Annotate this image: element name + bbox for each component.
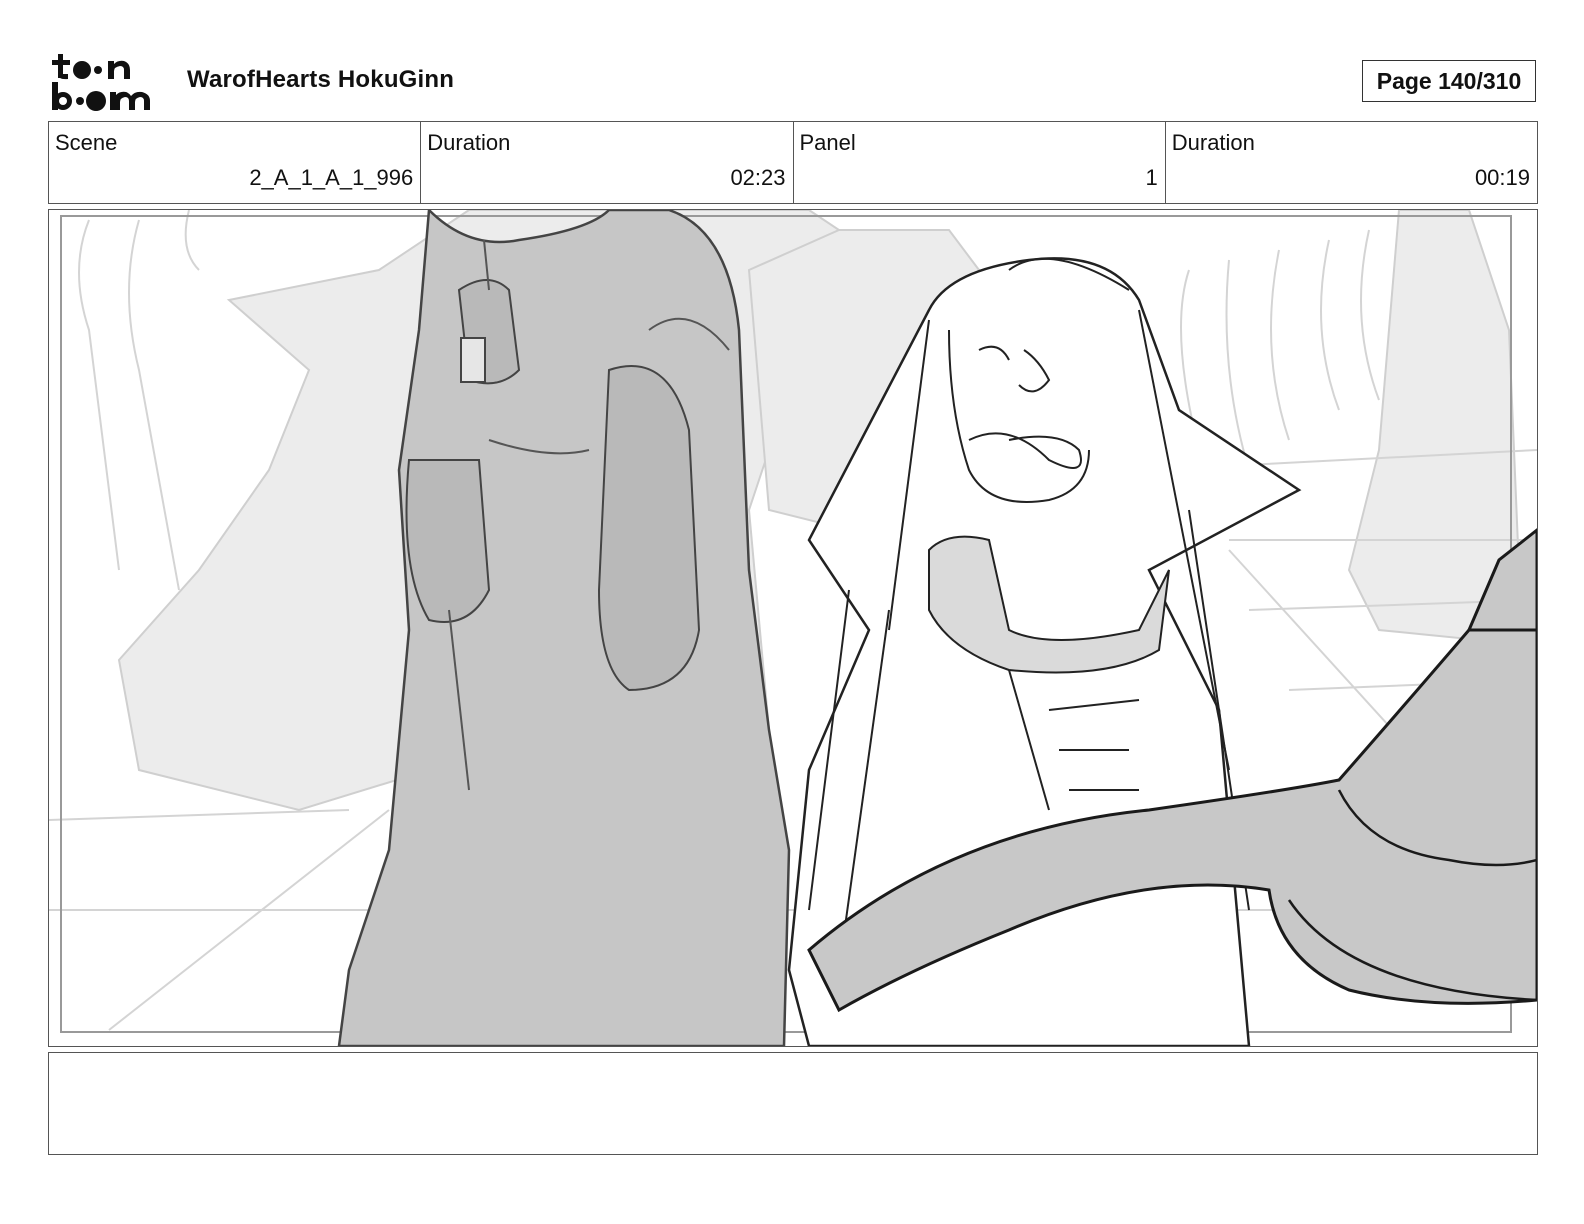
panel-notes-box [48,1052,1538,1155]
panel-duration-cell: Duration 00:19 [1166,122,1537,203]
scene-duration-label: Duration [427,130,511,155]
scene-label: Scene [55,130,118,155]
toon-boom-logo [50,50,166,114]
page-number: Page 140/310 [1362,60,1536,102]
storyboard-panel [48,209,1538,1047]
panel-label: Panel [799,130,856,155]
scene-value: 2_A_1_A_1_996 [249,165,414,190]
scene-duration-cell: Duration 02:23 [421,122,794,203]
panel-value: 1 [1145,165,1158,190]
panel-duration-value: 00:19 [1474,165,1530,190]
storyboard-sketch-image [49,210,1537,1046]
panel-cell: Panel 1 [794,122,1166,203]
project-title: WarofHearts HokuGinn [187,66,455,93]
scene-duration-value: 02:23 [730,165,786,190]
scene-info-table: Scene 2_A_1_A_1_996 Duration 02:23 Panel… [48,121,1538,204]
panel-duration-label: Duration [1171,130,1255,155]
scene-cell: Scene 2_A_1_A_1_996 [49,122,422,203]
